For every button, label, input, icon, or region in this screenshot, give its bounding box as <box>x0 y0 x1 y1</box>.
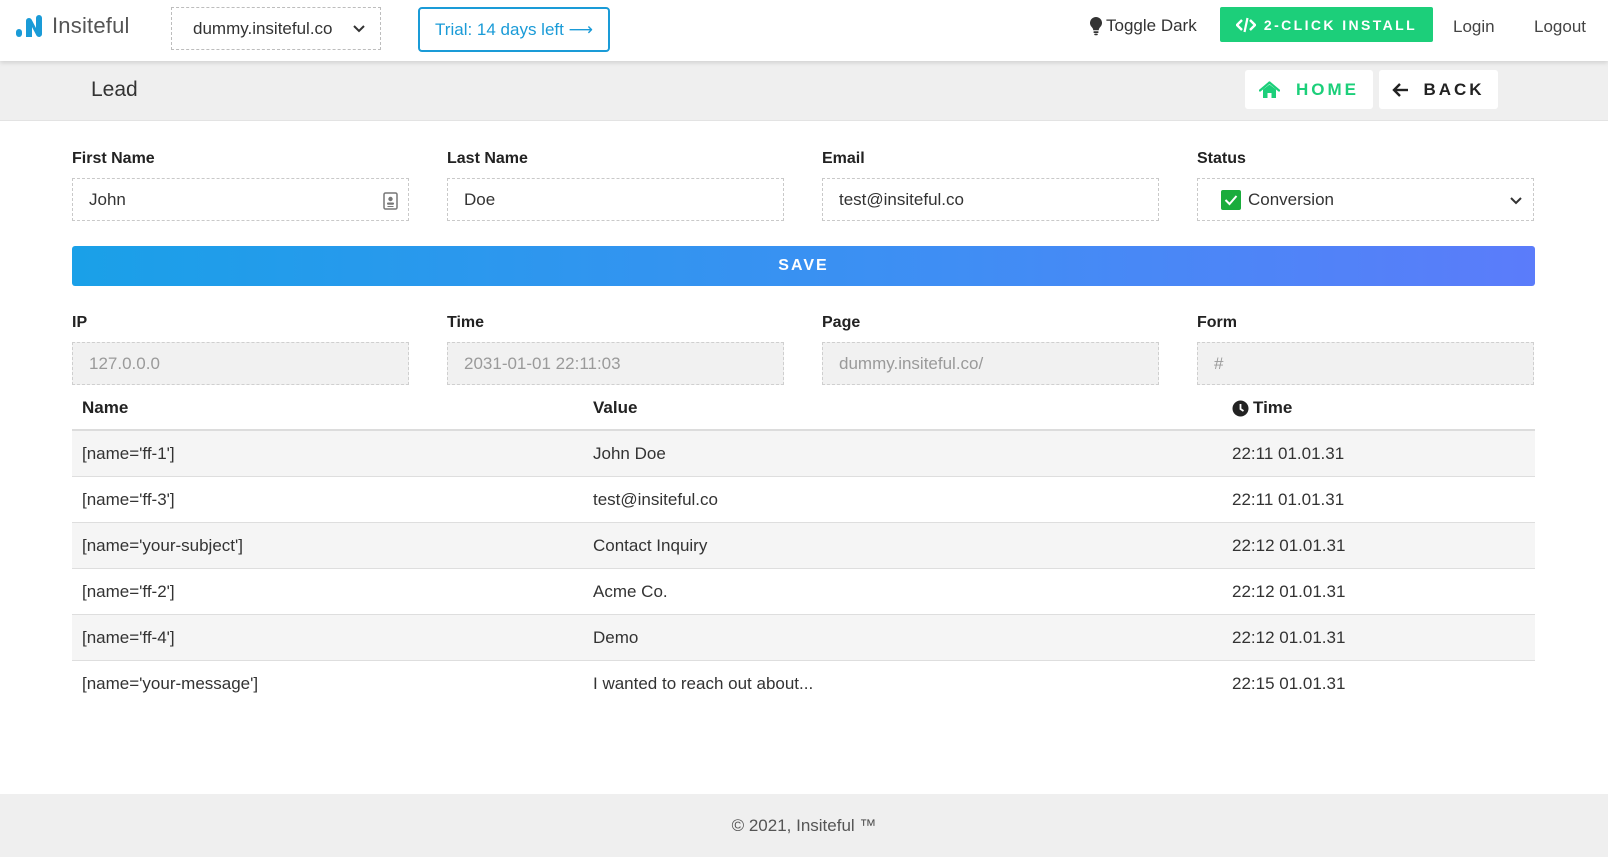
home-button[interactable]: HOME <box>1245 70 1373 109</box>
table-header: Name Value Time <box>72 387 1535 431</box>
brand-name: Insiteful <box>52 13 130 38</box>
trial-button[interactable]: Trial: 14 days left ⟶ <box>418 7 610 52</box>
status-select[interactable]: Conversion <box>1197 178 1534 221</box>
table-row[interactable]: [name='your-subject'] Contact Inquiry 22… <box>72 523 1535 569</box>
row-value: test@insiteful.co <box>593 489 718 509</box>
table-row[interactable]: [name='ff-1'] John Doe 22:11 01.01.31 <box>72 431 1535 477</box>
time-value: 2031-01-01 22:11:03 <box>464 353 621 373</box>
last-name-value: Doe <box>464 189 496 209</box>
last-name-label: Last Name <box>447 150 528 167</box>
back-button[interactable]: BACK <box>1379 70 1498 109</box>
first-name-label: First Name <box>72 150 155 167</box>
row-time: 22:12 01.01.31 <box>1232 535 1346 555</box>
contact-card-icon[interactable] <box>382 191 399 211</box>
footer-copyright: © 2021, Insiteful ™ <box>731 815 877 835</box>
page-title: Lead <box>91 78 138 101</box>
page-value: dummy.insiteful.co/ <box>839 353 984 373</box>
insiteful-logo-icon <box>16 15 42 37</box>
form-value: # <box>1214 353 1224 373</box>
email-field[interactable]: test@insiteful.co <box>822 178 1159 221</box>
home-label: HOME <box>1296 79 1359 99</box>
chevron-down-icon <box>1510 197 1522 205</box>
site-select-value: dummy.insiteful.co <box>193 18 333 38</box>
row-time: 22:12 01.01.31 <box>1232 581 1346 601</box>
row-name: [name='ff-1'] <box>82 443 175 463</box>
install-button[interactable]: 2-CLICK INSTALL <box>1220 7 1433 42</box>
row-name: [name='your-message'] <box>82 674 259 693</box>
last-name-field[interactable]: Doe <box>447 178 784 221</box>
table-row[interactable]: [name='ff-4'] Demo 22:12 01.01.31 <box>72 615 1535 661</box>
row-value: Demo <box>593 627 639 647</box>
row-name: [name='ff-3'] <box>82 489 175 509</box>
status-label: Status <box>1197 150 1246 167</box>
row-value: John Doe <box>593 443 666 463</box>
row-time: 22:15 01.01.31 <box>1232 674 1346 693</box>
row-name: [name='ff-2'] <box>82 581 175 601</box>
ip-label: IP <box>72 314 88 331</box>
back-label: BACK <box>1423 79 1485 99</box>
first-name-field[interactable]: John <box>72 178 409 221</box>
code-icon <box>1235 17 1256 32</box>
page-label: Page <box>822 314 861 331</box>
lightbulb-icon <box>1090 17 1102 36</box>
table-row[interactable]: [name='ff-3'] test@insiteful.co 22:11 01… <box>72 477 1535 523</box>
email-label: Email <box>822 150 865 167</box>
brand[interactable]: Insiteful <box>14 12 130 40</box>
status-value: Conversion <box>1248 189 1334 209</box>
toggle-dark-label: Toggle Dark <box>1106 16 1197 35</box>
top-navbar: Insiteful dummy.insiteful.co Trial: 14 d… <box>0 0 1608 61</box>
footer: © 2021, Insiteful ™ <box>0 794 1608 857</box>
form-field: # <box>1197 342 1534 385</box>
row-value: Acme Co. <box>593 581 668 601</box>
header-name[interactable]: Name <box>82 387 128 429</box>
row-time: 22:11 01.01.31 <box>1232 489 1345 509</box>
header-value[interactable]: Value <box>593 387 637 429</box>
save-button[interactable]: SAVE <box>72 246 1535 286</box>
table-row[interactable]: [name='your-message'] I wanted to reach … <box>72 661 1535 707</box>
install-label: 2-CLICK INSTALL <box>1263 16 1418 33</box>
row-name: [name='your-subject'] <box>82 535 243 555</box>
row-time: 22:11 01.01.31 <box>1232 443 1345 463</box>
email-value: test@insiteful.co <box>839 189 964 209</box>
row-time: 22:12 01.01.31 <box>1232 627 1346 647</box>
clock-icon <box>1232 400 1249 416</box>
page-field: dummy.insiteful.co/ <box>822 342 1159 385</box>
chevron-down-icon <box>353 25 365 33</box>
table-row[interactable]: [name='ff-2'] Acme Co. 22:12 01.01.31 <box>72 569 1535 615</box>
time-label: Time <box>447 314 485 331</box>
logout-link[interactable]: Logout <box>1534 17 1586 37</box>
header-time-label: Time <box>1253 398 1293 417</box>
ip-value: 127.0.0.0 <box>89 353 160 373</box>
first-name-value: John <box>89 189 126 209</box>
check-square-icon <box>1221 189 1241 210</box>
header-time[interactable]: Time <box>1232 387 1292 429</box>
site-select[interactable]: dummy.insiteful.co <box>171 7 381 50</box>
home-icon <box>1259 80 1280 98</box>
time-field: 2031-01-01 22:11:03 <box>447 342 784 385</box>
login-link[interactable]: Login <box>1453 17 1495 37</box>
toggle-dark-button[interactable]: Toggle Dark <box>1089 16 1197 36</box>
ip-field: 127.0.0.0 <box>72 342 409 385</box>
row-value: Contact Inquiry <box>593 535 708 555</box>
row-name: [name='ff-4'] <box>82 627 175 647</box>
page-header: Lead HOME BACK <box>0 61 1608 121</box>
row-value: I wanted to reach out about... <box>593 674 814 693</box>
form-label: Form <box>1197 314 1237 331</box>
fields-table: Name Value Time [name='ff-1'] John Doe 2… <box>72 387 1535 707</box>
arrow-left-icon <box>1392 82 1409 97</box>
